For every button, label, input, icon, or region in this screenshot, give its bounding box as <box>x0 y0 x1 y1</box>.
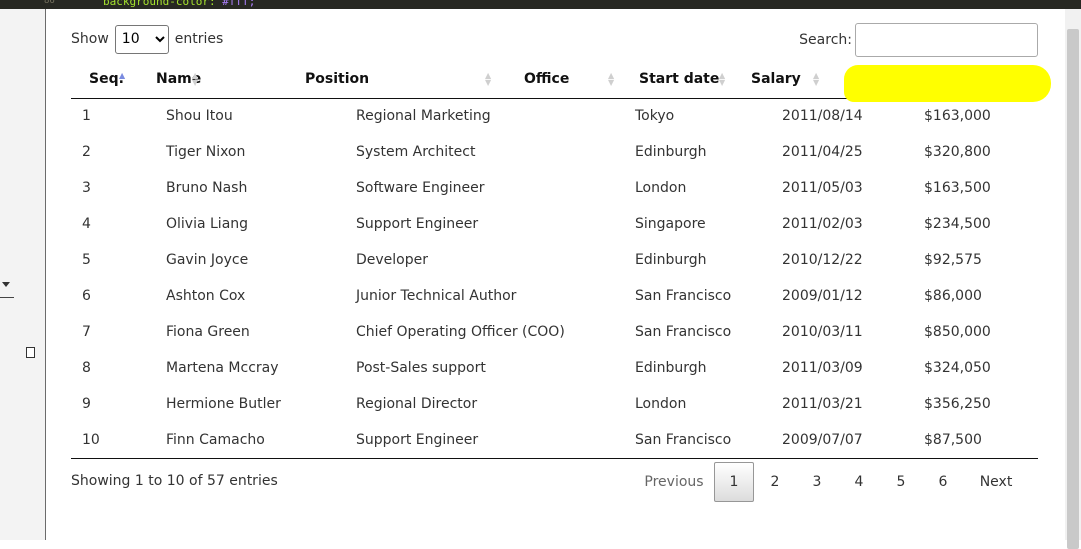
table-row[interactable]: 8 Martena Mccray Post-Sales support Edinbur… <box>71 350 1038 386</box>
column-header-label: Salary <box>751 71 801 88</box>
cell-position: Regional Director <box>356 396 478 412</box>
sort-icon: ▲ ▼ <box>813 71 820 87</box>
page-length-select[interactable]: 10 <box>114 24 169 54</box>
cell-seq: 6 <box>82 288 91 304</box>
cell-office: Edinburgh <box>635 144 707 160</box>
column-header-start-date[interactable]: Start date ▲ ▼ <box>639 61 751 99</box>
table-row[interactable]: 6 Ashton Cox Junior Technical Author San Fr… <box>71 278 1038 314</box>
table-info: Showing 1 to 10 of 57 entries <box>71 473 278 489</box>
cell-position: Regional Marketing <box>356 108 491 125</box>
cell-office: London <box>635 396 687 412</box>
page-length-control: Show 10 entries <box>71 24 223 54</box>
page-numbers: 123456 <box>714 462 964 502</box>
sort-icon: ▲ ▼ <box>485 71 492 87</box>
highlight-mark <box>844 65 1051 102</box>
cell-position: Post-Sales support <box>356 360 486 376</box>
cell-name: Fiona Green <box>166 324 250 340</box>
sort-icon: ▲ ▼ <box>608 71 615 87</box>
cell-office: Edinburgh <box>635 252 707 268</box>
left-gutter <box>0 9 46 540</box>
cell-position: Support Engineer <box>356 216 479 232</box>
scrollbar-thumb[interactable] <box>1067 29 1079 549</box>
collapse-arrow-icon[interactable] <box>2 282 10 287</box>
cell-name: Bruno Nash <box>166 180 248 196</box>
vertical-scrollbar[interactable] <box>1065 9 1081 549</box>
cell-seq: 2 <box>82 144 91 160</box>
editor-code-line: background-color: #fff; <box>103 0 256 8</box>
table-row[interactable]: 2 Tiger Nixon System Architect Edinburgh 201… <box>71 134 1038 170</box>
page-button-5[interactable]: 5 <box>880 462 922 502</box>
cell-office: Singapore <box>635 216 706 232</box>
column-header-seq[interactable]: Seq.▲▼ <box>71 61 156 99</box>
cell-seq: 4 <box>82 216 91 232</box>
cell-position: Junior Technical Author <box>356 288 517 304</box>
cell-name: Olivia Liang <box>166 216 249 232</box>
table-row[interactable]: 5 Gavin Joyce Developer Edinburgh 2010/12/22… <box>71 242 1038 278</box>
cell-name: Gavin Joyce <box>166 252 249 268</box>
code-editor-strip: 86 background-color: #fff; <box>0 0 1081 9</box>
cell-name: Martena Mccray <box>166 360 279 376</box>
cell-position: Chief Operating Officer (COO) <box>356 324 565 340</box>
cell-name: Finn Camacho <box>156 422 305 459</box>
cell-seq: 1 <box>82 108 91 125</box>
cell-office: London <box>635 180 687 196</box>
cell-seq: 8 <box>82 360 91 376</box>
column-header-office[interactable]: Office ▲ ▼ <box>524 61 639 99</box>
code-property: background-color: <box>103 0 216 8</box>
sort-icon: ▲ ▼ <box>192 71 199 87</box>
page-button-2[interactable]: 2 <box>754 462 796 502</box>
cell-position: Software Engineer <box>356 180 485 196</box>
cell-name: Shou Itou <box>166 108 233 125</box>
cell-office: San Francisco <box>635 288 732 304</box>
previous-button[interactable]: Previous <box>634 462 714 502</box>
entries-label: entries <box>174 31 224 47</box>
cell-office: Edinburgh <box>635 360 707 376</box>
cell-office: San Francisco <box>524 422 731 459</box>
table-row[interactable]: 1 Shou Itou Regional Marketing Tokyo 2011/08… <box>71 98 1038 134</box>
cell-seq: 10 <box>71 422 156 459</box>
page-button-6[interactable]: 6 <box>922 462 964 502</box>
show-label: Show <box>71 31 109 47</box>
column-header-name[interactable]: Name ▲ ▼ <box>156 61 305 99</box>
table-row[interactable]: 7 Fiona Green Chief Operating Officer (COO… <box>71 314 1038 350</box>
table-row[interactable]: 3 Bruno Nash Software Engineer London 2011/0… <box>71 170 1038 206</box>
table-body: 1 Shou Itou Regional Marketing Tokyo 2011/08… <box>71 98 1038 459</box>
column-header-label: Office <box>524 71 570 88</box>
cell-seq: 9 <box>82 396 91 412</box>
sort-ascending-icon: ▲▼ <box>119 71 126 80</box>
column-header-label: Position <box>305 71 370 88</box>
page-button-3[interactable]: 3 <box>796 462 838 502</box>
table-row[interactable]: 10 Finn Camacho Support Engineer San Franci… <box>71 422 1038 459</box>
cell-seq: 7 <box>82 324 91 340</box>
cell-position: Developer <box>356 252 429 268</box>
cell-name: Hermione Butler <box>166 396 281 412</box>
checkbox-icon[interactable] <box>26 347 35 358</box>
page-button-1[interactable]: 1 <box>714 462 754 502</box>
search-input[interactable] <box>855 23 1038 57</box>
table-row[interactable]: 9 Hermione Butler Regional Director London 2… <box>71 386 1038 422</box>
cell-seq: 5 <box>82 252 91 268</box>
data-table: Seq.▲▼Name▲▼Position▲▼Office▲▼Start date… <box>71 61 1038 459</box>
cell-position: System Architect <box>356 144 476 160</box>
column-header-position[interactable]: Position ▲ ▼ <box>305 61 524 99</box>
table-row[interactable]: 4 Olivia Liang Support Engineer Singapore 20… <box>71 206 1038 242</box>
search-label: Search: <box>799 32 852 48</box>
page-button-4[interactable]: 4 <box>838 462 880 502</box>
editor-line-number: 86 <box>44 0 55 6</box>
sort-icon: ▲ ▼ <box>719 71 726 87</box>
code-value: #fff; <box>222 0 256 8</box>
cell-name: Ashton Cox <box>166 288 246 304</box>
pagination: Previous 123456 Next <box>634 462 1028 502</box>
column-header-label: Start date <box>639 71 720 88</box>
cell-name: Tiger Nixon <box>166 144 246 160</box>
next-button[interactable]: Next <box>964 462 1028 502</box>
cell-seq: 3 <box>82 180 91 196</box>
cell-office: Tokyo <box>635 108 675 125</box>
gutter-divider <box>0 297 14 298</box>
cell-position: Support Engineer <box>305 422 524 459</box>
search-control: Search: <box>799 23 1038 57</box>
